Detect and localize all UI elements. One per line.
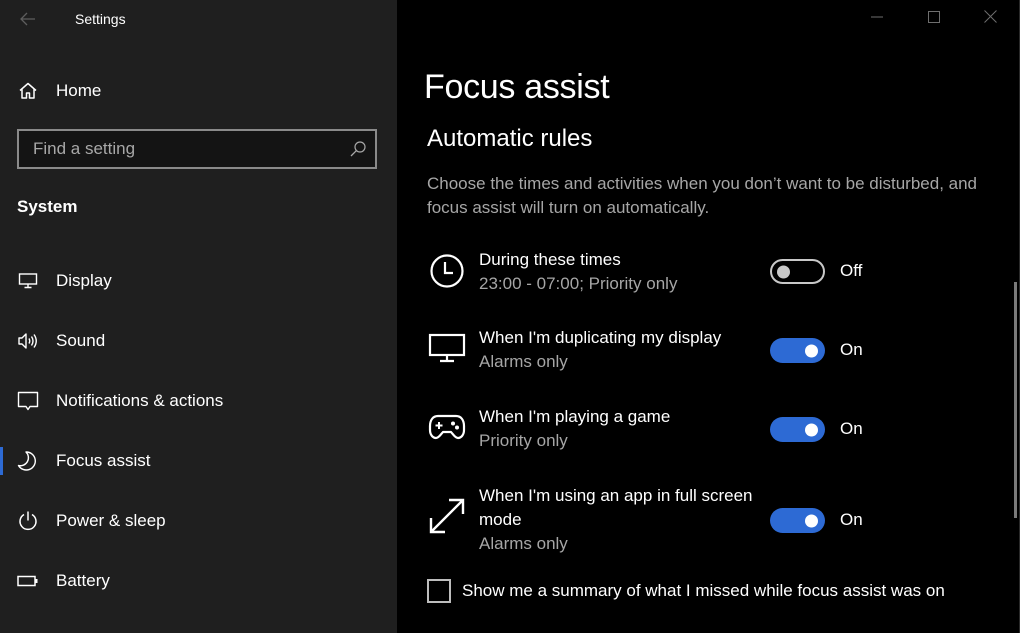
toggle-state-label: On [840,419,863,438]
sidebar-item-label: Battery [56,571,110,590]
sidebar-item-notifications[interactable]: Notifications & actions [0,379,397,423]
toggle-knob [777,265,790,278]
rule-subtitle: Priority only [479,431,568,450]
scrollbar[interactable] [1014,282,1017,518]
rule-title: When I'm duplicating my display [479,328,722,347]
rule-text: When I'm using an app in full screen mod… [479,484,769,556]
search-input[interactable] [19,131,339,167]
minimize-button[interactable] [848,0,905,38]
sidebar-item-battery[interactable]: Battery [0,559,397,603]
maximize-icon [927,10,940,28]
sidebar-item-display[interactable]: Display [0,259,397,303]
sidebar-item-power-sleep[interactable]: Power & sleep [0,499,397,543]
rule-subtitle: Alarms only [479,352,568,371]
sidebar-item-label: Sound [56,331,106,350]
toggle-knob [805,514,818,527]
sidebar-item-label: Notifications & actions [56,391,224,410]
search-icon[interactable] [349,140,367,158]
app-title: Settings [75,11,126,27]
notification-icon [17,390,39,412]
toggle-state-label: On [840,510,863,529]
fullscreen-icon [427,496,467,536]
rule-title: When I'm using an app in full screen mod… [479,486,753,529]
close-icon [984,10,997,28]
rule-during-these-times[interactable]: During these times 23:00 - 07:00; Priori… [427,248,947,298]
toggle-switch[interactable] [770,508,825,533]
toggle-knob [805,344,818,357]
sidebar-item-home[interactable]: Home [0,70,397,112]
rule-full-screen-app[interactable]: When I'm using an app in full screen mod… [427,484,947,556]
rule-text: When I'm duplicating my display Alarms o… [479,326,769,374]
toggle-knob [805,423,818,436]
monitor-icon [17,270,39,292]
sidebar-item-label: Focus assist [56,451,151,470]
summary-checkbox-row[interactable]: Show me a summary of what I missed while… [427,578,945,604]
toggle-switch[interactable] [770,259,825,284]
sidebar-item-focus-assist[interactable]: Focus assist [0,439,397,483]
search-box[interactable] [17,129,377,169]
speaker-icon [17,330,39,352]
moon-icon [17,450,39,472]
back-arrow-icon[interactable] [17,8,39,30]
rule-title: During these times [479,250,621,269]
close-button[interactable] [962,0,1019,38]
rule-title: When I'm playing a game [479,407,671,426]
power-icon [17,510,39,532]
main-content: Focus assist Automatic rules Choose the … [397,0,1020,633]
summary-checkbox[interactable] [427,579,451,603]
sidebar-item-label: Home [56,81,102,100]
rule-playing-game[interactable]: When I'm playing a game Priority only On [427,405,947,455]
rule-subtitle: 23:00 - 07:00; Priority only [479,274,678,293]
page-title: Focus assist [424,68,610,106]
minimize-icon [870,10,883,28]
rule-text: During these times 23:00 - 07:00; Priori… [479,248,769,296]
maximize-button[interactable] [905,0,962,38]
rule-text: When I'm playing a game Priority only [479,405,769,453]
gamepad-icon [427,407,467,447]
sidebar-item-label: Power & sleep [56,511,166,530]
rule-duplicating-display[interactable]: When I'm duplicating my display Alarms o… [427,326,947,376]
sidebar: Settings Home System Display Sound Notif… [0,0,397,633]
toggle-switch[interactable] [770,417,825,442]
toggle-switch[interactable] [770,338,825,363]
clock-icon [427,251,467,291]
summary-checkbox-label: Show me a summary of what I missed while… [462,581,945,600]
section-description: Choose the times and activities when you… [427,174,978,217]
home-icon [17,80,39,102]
battery-icon [17,570,39,592]
sidebar-item-label: Display [56,271,112,290]
toggle-state-label: Off [840,261,863,280]
sidebar-section-title: System [17,197,78,216]
toggle-state-label: On [840,340,863,359]
monitor-icon [427,328,467,368]
section-title: Automatic rules [427,125,593,152]
rule-subtitle: Alarms only [479,534,568,553]
sidebar-item-sound[interactable]: Sound [0,319,397,363]
